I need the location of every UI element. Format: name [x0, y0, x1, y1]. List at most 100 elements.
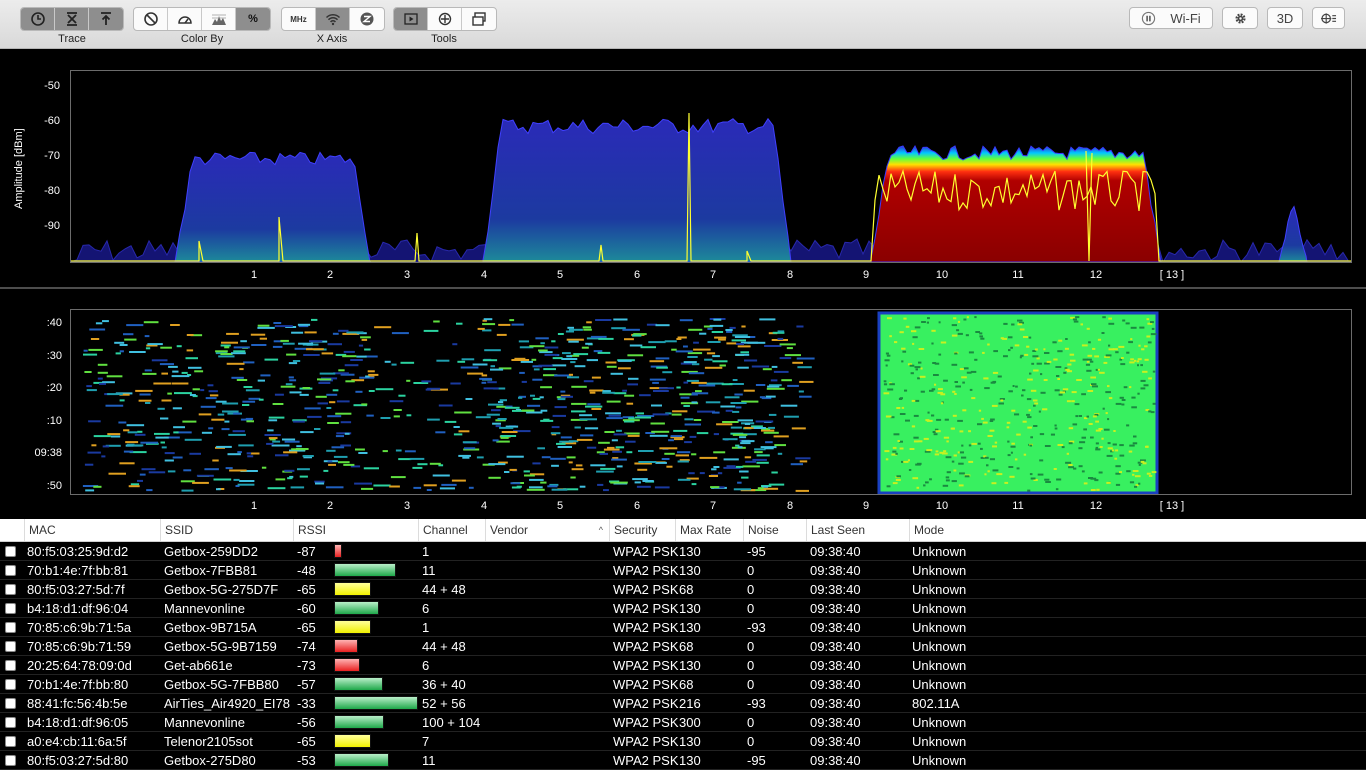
- tools-crosshair-button[interactable]: [428, 8, 462, 30]
- cell-ssid: Getbox-7FBB81: [164, 563, 258, 578]
- panel-divider[interactable]: [0, 287, 1366, 289]
- view-3d-button[interactable]: 3D: [1267, 7, 1303, 29]
- waterfall-speckle: [912, 336, 918, 339]
- waterfall-speckle: [992, 445, 997, 448]
- color-by-percent-button[interactable]: %: [236, 8, 270, 30]
- table-row[interactable]: 70:b1:4e:7f:bb:81 Getbox-7FBB81 -48 11 WPA2 …: [0, 561, 1366, 580]
- waterfall-speckle: [1119, 444, 1124, 447]
- waterfall-dash: [691, 453, 697, 456]
- tools-play-button[interactable]: [394, 8, 428, 30]
- row-checkbox[interactable]: [5, 622, 16, 633]
- settings-button[interactable]: [1222, 7, 1258, 29]
- cell-ssid: Getbox-9B715A: [164, 620, 257, 635]
- row-checkbox[interactable]: [5, 755, 16, 766]
- x-axis-wifi-button[interactable]: [316, 8, 350, 30]
- table-row[interactable]: b4:18:d1:df:96:05 Mannevonline -56 100 + 10…: [0, 713, 1366, 732]
- waterfall-dash: [129, 351, 146, 353]
- waterfall-speckle: [934, 383, 937, 386]
- spectrum-plot[interactable]: [70, 70, 1352, 263]
- row-checkbox[interactable]: [5, 584, 16, 595]
- waterfall-x-tick: 2: [326, 500, 334, 512]
- header-max-rate[interactable]: Max Rate: [675, 519, 743, 541]
- waterfall-speckle: [1139, 326, 1145, 329]
- waterfall-speckle: [940, 402, 944, 405]
- trace-peak-button[interactable]: [89, 8, 123, 30]
- waterfall-dash: [731, 339, 746, 342]
- cell-max-rate: 68: [679, 639, 694, 654]
- waterfall-dash: [218, 355, 235, 358]
- waterfall-speckle: [1140, 460, 1145, 463]
- color-by-gauge-button[interactable]: [168, 8, 202, 30]
- header-ssid[interactable]: SSID: [160, 519, 293, 541]
- target-menu-icon: [1320, 12, 1336, 24]
- table-row[interactable]: 88:41:fc:56:4b:5e AirTies_Air4920_EI78 -33…: [0, 694, 1366, 713]
- trace-clear-button[interactable]: [55, 8, 89, 30]
- header-vendor-label: Vendor: [490, 523, 529, 537]
- waterfall-dash: [688, 372, 705, 375]
- header-vendor[interactable]: Vendor ^: [485, 519, 609, 541]
- waterfall-x-tick: 3: [403, 500, 411, 512]
- wifi-interface-button[interactable]: Wi-Fi: [1129, 7, 1213, 29]
- header-security[interactable]: Security: [609, 519, 675, 541]
- waterfall-dash: [632, 478, 648, 481]
- waterfall-speckle: [1112, 348, 1118, 351]
- row-checkbox[interactable]: [5, 660, 16, 671]
- waterfall-speckle: [992, 469, 999, 472]
- row-checkbox[interactable]: [5, 565, 16, 576]
- waterfall-dash: [488, 403, 504, 406]
- x-axis-channel-button[interactable]: [350, 8, 384, 30]
- table-row[interactable]: 80:f5:03:27:5d:80 Getbox-275D80 -53 11 WPA2 …: [0, 751, 1366, 770]
- waterfall-speckle: [974, 358, 978, 361]
- waterfall-speckle: [1027, 426, 1032, 429]
- waterfall-speckle: [1010, 346, 1013, 349]
- header-last-seen[interactable]: Last Seen: [806, 519, 909, 541]
- row-checkbox[interactable]: [5, 717, 16, 728]
- waterfall-dash: [732, 379, 738, 381]
- tools-window-button[interactable]: [462, 8, 496, 30]
- header-mac[interactable]: MAC: [24, 519, 160, 541]
- header-mode[interactable]: Mode: [909, 519, 1366, 541]
- waterfall-speckle: [1055, 488, 1059, 491]
- header-last-seen-label: Last Seen: [811, 523, 866, 537]
- waterfall-dash: [686, 379, 699, 382]
- waterfall-dash: [483, 387, 499, 390]
- waterfall-plot[interactable]: [70, 309, 1352, 495]
- waterfall-dash: [707, 327, 713, 330]
- color-by-none-button[interactable]: [134, 8, 168, 30]
- table-row[interactable]: 70:b1:4e:7f:bb:80 Getbox-5G-7FBB80 -57 36 +…: [0, 675, 1366, 694]
- x-axis-mhz-button[interactable]: MHz: [282, 8, 316, 30]
- row-checkbox[interactable]: [5, 736, 16, 747]
- row-checkbox[interactable]: [5, 546, 16, 557]
- waterfall-speckle: [1027, 378, 1033, 381]
- waterfall-dash: [144, 369, 152, 372]
- trace-history-button[interactable]: [21, 8, 55, 30]
- header-channel[interactable]: Channel: [418, 519, 485, 541]
- header-rssi[interactable]: RSSI: [293, 519, 418, 541]
- waterfall-dash: [225, 467, 233, 470]
- waterfall-dash: [90, 338, 100, 340]
- waterfall-dash: [560, 436, 572, 439]
- table-row[interactable]: b4:18:d1:df:96:04 Mannevonline -60 6 WPA2 PS…: [0, 599, 1366, 618]
- waterfall-dash: [571, 410, 586, 413]
- spectrum-x-tick: 12: [1089, 269, 1103, 281]
- color-by-density-button[interactable]: [202, 8, 236, 30]
- row-checkbox[interactable]: [5, 679, 16, 690]
- table-row[interactable]: 80:f5:03:25:9d:d2 Getbox-259DD2 -87 1 WPA2 P…: [0, 542, 1366, 561]
- waterfall-dash: [242, 404, 250, 406]
- table-row[interactable]: 70:85:c6:9b:71:5a Getbox-9B715A -65 1 WPA2 P…: [0, 618, 1366, 637]
- sidebar-toggle-button[interactable]: [1312, 7, 1345, 29]
- waterfall-speckle: [1151, 327, 1155, 330]
- waterfall-speckle: [887, 388, 894, 391]
- waterfall-dash: [755, 420, 774, 423]
- table-row[interactable]: 70:85:c6:9b:71:59 Getbox-5G-9B7159 -74 44 +…: [0, 637, 1366, 656]
- row-checkbox[interactable]: [5, 698, 16, 709]
- table-row[interactable]: 20:25:64:78:09:0d Get-ab661e -73 6 WPA2 PSK 1…: [0, 656, 1366, 675]
- waterfall-speckle: [962, 409, 967, 412]
- row-checkbox[interactable]: [5, 603, 16, 614]
- table-row[interactable]: 80:f5:03:27:5d:7f Getbox-5G-275D7F -65 44 +…: [0, 580, 1366, 599]
- header-noise[interactable]: Noise: [743, 519, 806, 541]
- waterfall-dash: [439, 487, 455, 490]
- row-checkbox[interactable]: [5, 641, 16, 652]
- waterfall-dash: [436, 359, 450, 362]
- table-row[interactable]: a0:e4:cb:11:6a:5f Telenor2105sot -65 7 WPA2 …: [0, 732, 1366, 751]
